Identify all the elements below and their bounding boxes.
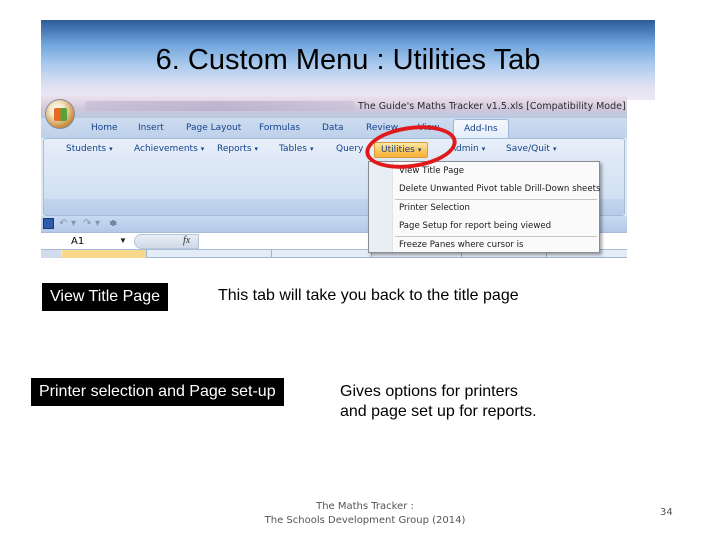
customize-qat-icon[interactable]: ≑	[109, 218, 117, 229]
menu-gutter	[369, 162, 393, 252]
reports-menu-button[interactable]: Reports ▾	[217, 144, 258, 154]
chevron-down-icon: ▾	[309, 145, 314, 153]
redo-icon[interactable]: ↷	[83, 218, 91, 229]
printer-setup-description-line1: Gives options for printers	[340, 383, 518, 400]
chevron-down-icon: ▾	[109, 145, 113, 153]
reports-label: Reports	[217, 144, 252, 154]
page-number: 34	[660, 507, 673, 518]
printer-setup-description: Gives options for printers and page set …	[340, 382, 537, 422]
undo-icon[interactable]: ↶	[59, 218, 67, 229]
save-icon[interactable]	[43, 218, 54, 229]
tab-data[interactable]: Data	[322, 123, 344, 133]
tables-label: Tables	[279, 144, 307, 154]
chevron-down-icon: ▾	[481, 145, 486, 153]
quick-access-toolbar-faded	[85, 101, 355, 111]
query-label: Query	[336, 144, 364, 154]
save-quit-label: Save/Quit	[506, 144, 550, 154]
menu-item-printer-selection[interactable]: Printer Selection	[399, 203, 470, 213]
tab-insert[interactable]: Insert	[138, 123, 164, 133]
slide-title-banner: 6. Custom Menu : Utilities Tab	[41, 20, 655, 100]
column-divider	[146, 250, 147, 258]
tab-page-layout[interactable]: Page Layout	[186, 123, 241, 133]
excel-screenshot: The Guide's Maths Tracker v1.5.xls [Comp…	[41, 96, 627, 258]
chevron-down-icon: ▾	[552, 145, 557, 153]
tab-home[interactable]: Home	[91, 123, 118, 133]
tab-add-ins[interactable]: Add-Ins	[453, 119, 509, 139]
footer-line-1: The Maths Tracker :	[316, 501, 414, 512]
office-logo-icon	[54, 108, 67, 121]
tables-menu-button[interactable]: Tables ▾	[279, 144, 313, 154]
menu-item-page-setup[interactable]: Page Setup for report being viewed	[399, 221, 551, 231]
chevron-down-icon: ▾	[200, 145, 205, 153]
column-header-a[interactable]	[62, 250, 146, 258]
chevron-down-icon: ▾	[254, 145, 259, 153]
students-menu-button[interactable]: Students ▾	[66, 144, 113, 154]
slide-title: 6. Custom Menu : Utilities Tab	[155, 44, 541, 76]
office-button[interactable]	[45, 99, 75, 129]
ribbon-tabs: Home Insert Page Layout Formulas Data Re…	[41, 118, 627, 139]
slide-footer: The Maths Tracker : The Schools Developm…	[240, 500, 490, 528]
formula-controls: fx	[134, 234, 199, 249]
menu-item-delete-pivot-sheets[interactable]: Delete Unwanted Pivot table Drill-Down s…	[399, 184, 600, 194]
menu-item-freeze-panes[interactable]: Freeze Panes where cursor is	[399, 240, 523, 250]
achievements-label: Achievements	[134, 144, 198, 154]
undo-dropdown-icon[interactable]: ▾	[71, 218, 76, 229]
name-box[interactable]: A1	[71, 236, 84, 247]
excel-title-bar: The Guide's Maths Tracker v1.5.xls [Comp…	[41, 96, 627, 118]
utilities-dropdown-menu: View Title Page Delete Unwanted Pivot ta…	[368, 161, 600, 253]
redo-dropdown-icon[interactable]: ▾	[95, 218, 100, 229]
view-title-page-description: This tab will take you back to the title…	[218, 287, 519, 304]
footer-line-2: The Schools Development Group (2014)	[264, 515, 466, 526]
tab-formulas[interactable]: Formulas	[259, 123, 300, 133]
name-box-dropdown-icon[interactable]: ▼	[119, 236, 127, 245]
save-quit-menu-button[interactable]: Save/Quit ▾	[506, 144, 556, 154]
printer-setup-description-line2: and page set up for reports.	[340, 403, 537, 420]
window-title: The Guide's Maths Tracker v1.5.xls [Comp…	[358, 101, 627, 112]
printer-setup-label: Printer selection and Page set-up	[31, 378, 284, 406]
students-label: Students	[66, 144, 107, 154]
select-all-corner[interactable]	[41, 250, 61, 258]
menu-separator	[395, 199, 597, 200]
column-divider	[271, 250, 272, 258]
achievements-menu-button[interactable]: Achievements ▾	[134, 144, 204, 154]
menu-separator	[395, 236, 597, 237]
view-title-page-label: View Title Page	[42, 283, 168, 311]
insert-function-icon[interactable]: fx	[183, 235, 190, 246]
query-menu-button[interactable]: Query	[336, 144, 363, 154]
